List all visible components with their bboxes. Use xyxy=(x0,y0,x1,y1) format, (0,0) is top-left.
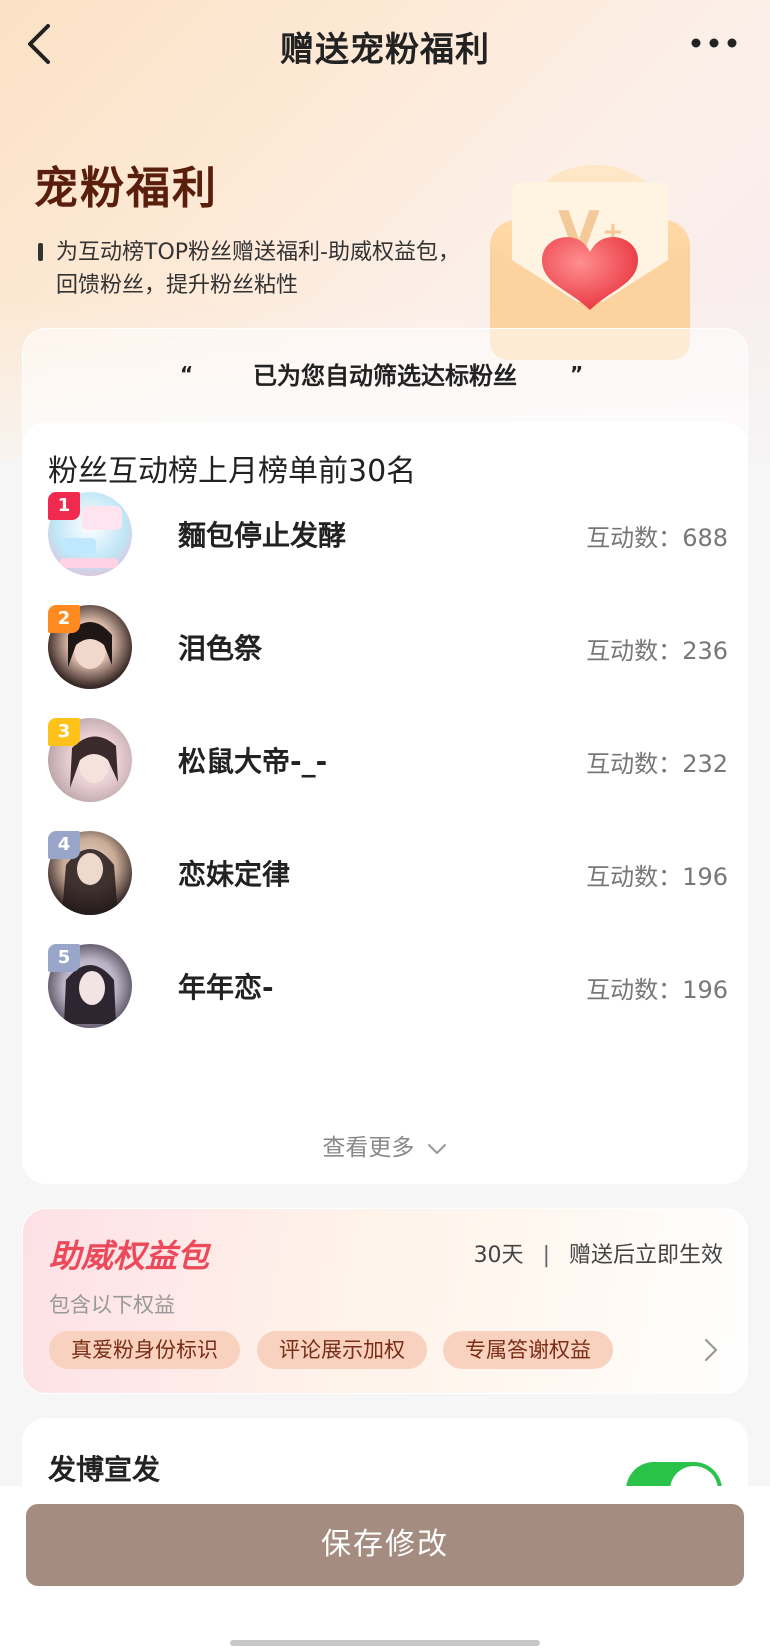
description-marker xyxy=(38,243,43,261)
save-button[interactable]: 保存修改 xyxy=(26,1504,744,1586)
interaction-count: 互动数：232 xyxy=(586,744,728,779)
fan-name: 麵包停止发酵 xyxy=(178,519,347,552)
fan-name: 松鼠大帝-_- xyxy=(178,745,328,778)
meta-separator: | xyxy=(542,1243,550,1268)
hero-title: 宠粉福利 xyxy=(34,163,218,214)
see-more-link[interactable]: 查看更多 xyxy=(22,1128,748,1162)
post-promotion-title: 发博宣发 xyxy=(48,1453,161,1486)
fan-name: 年年恋- xyxy=(178,971,274,1004)
count-label: 互动数： xyxy=(586,637,683,665)
filter-title: 已为您自动筛选达标粉丝 xyxy=(253,362,517,390)
benefit-pack-title: 助威权益包 xyxy=(49,1237,210,1275)
page-title: 赠送宠粉福利 xyxy=(280,30,490,70)
rank-badge: 4 xyxy=(48,831,80,859)
fan-row[interactable]: 3 松鼠大帝-_- 互动数：232 xyxy=(48,718,728,810)
fan-row[interactable]: 4 恋妹定律 互动数：196 xyxy=(48,831,728,923)
interaction-count: 互动数：688 xyxy=(586,518,728,553)
fan-row[interactable]: 2 泪色祭 互动数：236 xyxy=(48,605,728,697)
count-label: 互动数： xyxy=(586,976,683,1004)
chevron-down-icon xyxy=(427,1143,446,1154)
benefit-tag: 专属答谢权益 xyxy=(443,1331,613,1369)
count-label: 互动数： xyxy=(586,863,683,891)
fan-name: 泪色祭 xyxy=(178,632,263,665)
rank-badge: 5 xyxy=(48,944,80,972)
count-value: 232 xyxy=(682,750,728,778)
count-value: 688 xyxy=(682,524,728,552)
count-label: 互动数： xyxy=(586,524,683,552)
rank-badge: 1 xyxy=(48,492,80,520)
benefit-duration: 30天 xyxy=(473,1243,524,1268)
benefit-subtitle: 包含以下权益 xyxy=(49,1293,175,1317)
nav-bar: 赠送宠粉福利 xyxy=(0,0,770,92)
hero-description: 为互动榜TOP粉丝赠送福利-助威权益包，回馈粉丝，提升粉丝粘性 xyxy=(56,240,460,298)
count-value: 236 xyxy=(682,637,728,665)
benefit-pack-card[interactable]: 助威权益包 30天 | 赠送后立即生效 包含以下权益 真爱粉身份标识 评论展示加… xyxy=(22,1208,748,1394)
benefit-tag: 评论展示加权 xyxy=(257,1331,427,1369)
ranking-card: 粉丝互动榜上月榜单前30名 1 麵包停止发酵 互动数：688 2 泪色祭 互动数… xyxy=(22,422,748,1184)
see-more-label: 查看更多 xyxy=(322,1135,415,1161)
fan-row[interactable]: 5 年年恋- 互动数：196 xyxy=(48,944,728,1036)
count-label: 互动数： xyxy=(586,750,683,778)
fan-row[interactable]: 1 麵包停止发酵 互动数：688 xyxy=(48,492,728,584)
ranking-heading: 粉丝互动榜上月榜单前30名 xyxy=(48,454,417,489)
rank-badge: 3 xyxy=(48,718,80,746)
chevron-right-icon[interactable] xyxy=(701,1337,721,1363)
count-value: 196 xyxy=(682,976,728,1004)
count-value: 196 xyxy=(682,863,728,891)
benefit-pack-meta: 30天 | 赠送后立即生效 xyxy=(474,1237,723,1269)
home-indicator xyxy=(230,1640,540,1646)
interaction-count: 互动数：236 xyxy=(586,631,728,666)
more-options-icon[interactable] xyxy=(688,30,740,56)
interaction-count: 互动数：196 xyxy=(586,857,728,892)
interaction-count: 互动数：196 xyxy=(586,970,728,1005)
benefit-tag: 真爱粉身份标识 xyxy=(49,1331,240,1369)
benefit-effect: 赠送后立即生效 xyxy=(568,1243,723,1268)
quote-close-mark: ” xyxy=(570,362,584,386)
rank-badge: 2 xyxy=(48,605,80,633)
bottom-action-bar: 保存修改 xyxy=(0,1486,770,1650)
fan-name: 恋妹定律 xyxy=(178,858,291,891)
